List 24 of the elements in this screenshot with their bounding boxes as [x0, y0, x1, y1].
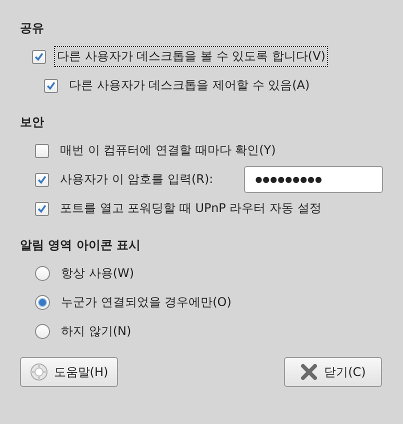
section-title: 보안	[20, 114, 45, 130]
close-button[interactable]: 닫기(C)	[284, 357, 382, 387]
radio-label: 항상 사용(W)	[60, 265, 136, 282]
help-button[interactable]: 도움말(H)	[20, 357, 118, 387]
checkbox[interactable]	[35, 172, 49, 186]
help-icon	[30, 363, 48, 381]
checkbox[interactable]	[44, 78, 58, 92]
password-field[interactable]: ●●●●●●●●●	[244, 166, 383, 193]
close-icon	[300, 363, 318, 381]
checkbox[interactable]	[35, 202, 49, 216]
radio-label: 하지 않기(N)	[60, 323, 132, 340]
radio-button[interactable]	[35, 324, 50, 339]
checkbox-label: 매번 이 컴퓨터에 연결할 때마다 확인(Y)	[59, 142, 277, 159]
checkbox-label: 다른 사용자가 데스크톱을 볼 수 있도록 합니다(V)	[54, 46, 328, 67]
checkbox-label: 포트를 열고 포워딩할 때 UPnP 라우터 자동 설정	[59, 200, 322, 217]
section-title: 공유	[20, 20, 45, 36]
checkbox[interactable]	[35, 144, 49, 158]
checkbox-label: 사용자가 이 암호를 입력(R):	[59, 171, 214, 188]
radio-label: 누군가 연결되었을 경우에만(O)	[60, 294, 232, 311]
checkbox[interactable]	[32, 50, 46, 64]
radio-button[interactable]	[35, 295, 50, 310]
section-title: 알림 영역 아이콘 표시	[20, 236, 142, 254]
checkbox-label: 다른 사용자가 데스크톱을 제어할 수 있음(A)	[68, 77, 311, 94]
radio-button[interactable]	[35, 266, 50, 281]
